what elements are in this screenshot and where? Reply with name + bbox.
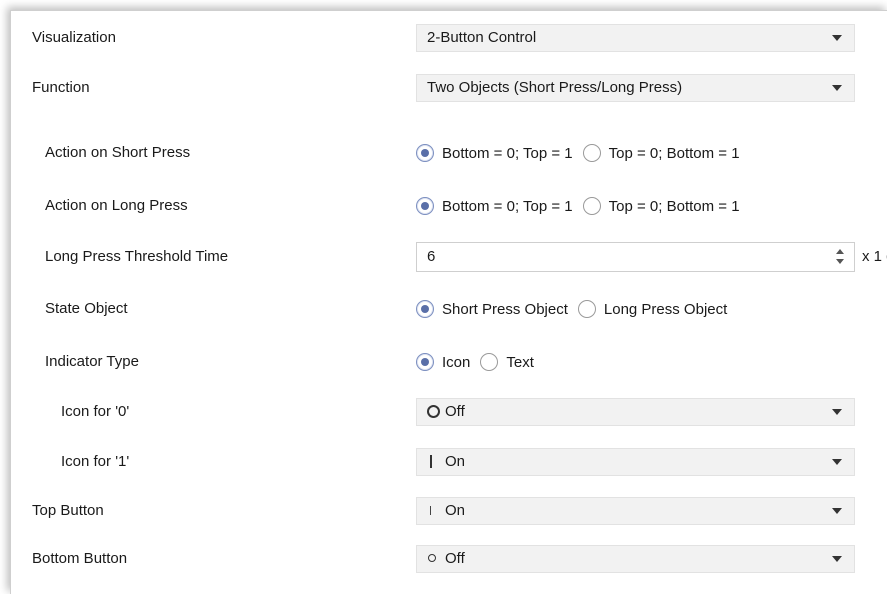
action-long-option-2[interactable]: Top = 0; Bottom = 1 bbox=[582, 197, 740, 215]
visualization-label: Visualization bbox=[32, 29, 116, 46]
bar-icon bbox=[427, 449, 443, 475]
indicator-type-option-icon[interactable]: Icon bbox=[416, 353, 470, 371]
radio-button[interactable] bbox=[480, 353, 499, 371]
indicator-type-radio-group: Icon Text bbox=[416, 347, 544, 377]
chevron-down-icon bbox=[832, 508, 842, 514]
radio-button-selected[interactable] bbox=[416, 197, 434, 215]
icon-1-dropdown[interactable]: On bbox=[416, 448, 855, 476]
icon-1-label: Icon for '1' bbox=[61, 453, 130, 470]
state-object-option-2[interactable]: Long Press Object bbox=[577, 300, 728, 318]
row-top-button: Top Button On bbox=[11, 496, 887, 526]
bottom-button-value: Off bbox=[445, 550, 465, 567]
option-label: Icon bbox=[442, 353, 471, 371]
row-icon-1: Icon for '1' On bbox=[11, 447, 887, 477]
visualization-dropdown[interactable]: 2-Button Control bbox=[416, 24, 855, 52]
icon-1-value: On bbox=[445, 453, 466, 470]
row-function: Function Two Objects (Short Press/Long P… bbox=[11, 73, 887, 103]
top-button-dropdown[interactable]: On bbox=[416, 497, 855, 525]
chevron-down-icon bbox=[832, 556, 842, 562]
action-short-option-2[interactable]: Top = 0; Bottom = 1 bbox=[582, 144, 740, 162]
icon-0-value: Off bbox=[445, 403, 465, 420]
option-label: Top = 0; Bottom = 1 bbox=[608, 197, 740, 215]
action-long-radio-group: Bottom = 0; Top = 1 Top = 0; Bottom = 1 bbox=[416, 191, 750, 221]
row-action-long: Action on Long Press Bottom = 0; Top = 1… bbox=[11, 191, 887, 221]
row-indicator-type: Indicator Type Icon Text bbox=[11, 347, 887, 377]
radio-button-selected[interactable] bbox=[416, 144, 434, 162]
option-label: Top = 0; Bottom = 1 bbox=[608, 144, 740, 162]
row-action-short: Action on Short Press Bottom = 0; Top = … bbox=[11, 138, 887, 168]
row-icon-0: Icon for '0' Off bbox=[11, 397, 887, 427]
threshold-input[interactable]: 6 bbox=[416, 242, 855, 272]
radio-button-selected[interactable] bbox=[416, 353, 434, 371]
option-label: Bottom = 0; Top = 1 bbox=[442, 144, 573, 162]
bottom-button-dropdown[interactable]: Off bbox=[416, 545, 855, 573]
top-button-value: On bbox=[445, 502, 466, 519]
option-label: Text bbox=[506, 353, 534, 371]
state-object-radio-group: Short Press Object Long Press Object bbox=[416, 294, 737, 324]
bottom-button-label: Bottom Button bbox=[32, 550, 128, 567]
row-visualization: Visualization 2-Button Control bbox=[11, 23, 887, 53]
action-long-option-1[interactable]: Bottom = 0; Top = 1 bbox=[416, 197, 573, 215]
indicator-type-label: Indicator Type bbox=[45, 353, 139, 370]
ring-icon bbox=[427, 399, 443, 425]
parameter-panel: Visualization 2-Button Control Function … bbox=[10, 10, 887, 594]
threshold-label: Long Press Threshold Time bbox=[45, 248, 229, 265]
action-short-label: Action on Short Press bbox=[45, 144, 191, 161]
row-state-object: State Object Short Press Object Long Pre… bbox=[11, 294, 887, 324]
function-value: Two Objects (Short Press/Long Press) bbox=[427, 79, 683, 96]
radio-button[interactable] bbox=[577, 300, 596, 318]
chevron-down-icon bbox=[832, 35, 842, 41]
small-ring-icon bbox=[427, 546, 443, 572]
chevron-down-icon bbox=[832, 85, 842, 91]
spinner-arrows-icon[interactable] bbox=[836, 246, 846, 268]
action-short-radio-group: Bottom = 0; Top = 1 Top = 0; Bottom = 1 bbox=[416, 138, 750, 168]
tick-icon bbox=[427, 498, 443, 524]
threshold-value: 6 bbox=[427, 248, 436, 265]
row-threshold: Long Press Threshold Time 6 x 1 ds bbox=[11, 242, 887, 272]
row-bottom-button: Bottom Button Off bbox=[11, 544, 887, 574]
function-dropdown[interactable]: Two Objects (Short Press/Long Press) bbox=[416, 74, 855, 102]
state-object-label: State Object bbox=[45, 300, 128, 317]
radio-button[interactable] bbox=[582, 144, 601, 162]
option-label: Bottom = 0; Top = 1 bbox=[442, 197, 573, 215]
option-label: Short Press Object bbox=[442, 300, 568, 318]
action-short-option-1[interactable]: Bottom = 0; Top = 1 bbox=[416, 144, 573, 162]
icon-0-label: Icon for '0' bbox=[61, 403, 130, 420]
radio-button-selected[interactable] bbox=[416, 300, 434, 318]
radio-button[interactable] bbox=[582, 197, 601, 215]
visualization-value: 2-Button Control bbox=[427, 29, 537, 46]
chevron-down-icon bbox=[832, 459, 842, 465]
top-button-label: Top Button bbox=[32, 502, 104, 519]
action-long-label: Action on Long Press bbox=[45, 197, 188, 214]
indicator-type-option-text[interactable]: Text bbox=[480, 353, 534, 371]
state-object-option-1[interactable]: Short Press Object bbox=[416, 300, 568, 318]
chevron-down-icon bbox=[832, 409, 842, 415]
option-label: Long Press Object bbox=[603, 300, 728, 318]
threshold-unit: x 1 ds bbox=[862, 248, 887, 265]
icon-0-dropdown[interactable]: Off bbox=[416, 398, 855, 426]
function-label: Function bbox=[32, 79, 90, 96]
